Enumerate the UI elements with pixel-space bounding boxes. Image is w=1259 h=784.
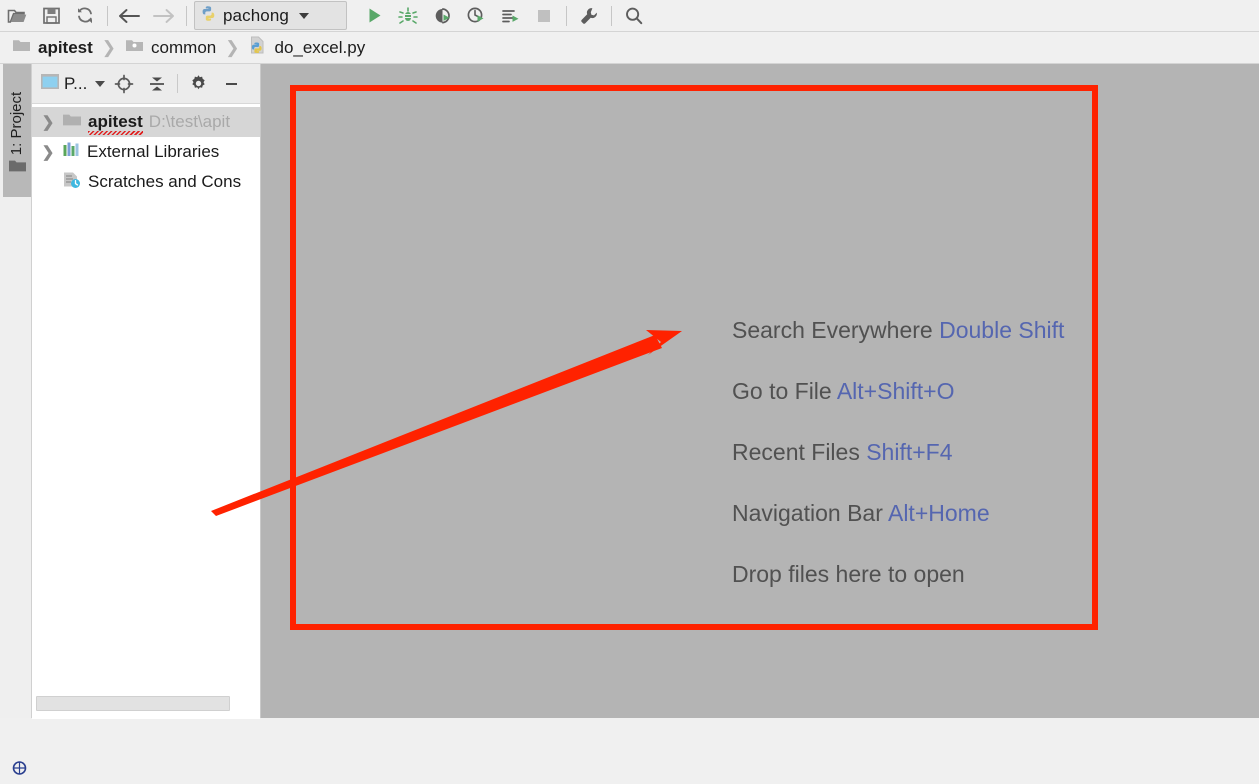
tip-shortcut: Alt+Home bbox=[888, 500, 990, 526]
panel-header-separator bbox=[177, 74, 178, 93]
tip-action: Navigation Bar bbox=[732, 500, 883, 526]
breadcrumb-separator: ❯ bbox=[102, 38, 116, 58]
settings-wrench-icon[interactable] bbox=[572, 1, 606, 30]
project-view-selector[interactable]: P... bbox=[40, 73, 107, 95]
tip-shortcut: Shift+F4 bbox=[866, 439, 952, 465]
editor-empty-state: Search Everywhere Double Shift Go to Fil… bbox=[261, 64, 1259, 718]
project-tab-label: 1: Project bbox=[9, 91, 26, 154]
main-toolbar: pachong bbox=[0, 0, 1259, 32]
folder-icon bbox=[12, 38, 31, 58]
tree-row-label: apitest bbox=[88, 112, 143, 132]
tip-action: Search Everywhere bbox=[732, 317, 933, 343]
terminal-icon[interactable] bbox=[12, 759, 27, 784]
breadcrumb-item-apitest[interactable]: apitest bbox=[12, 38, 93, 58]
tree-row-label: Scratches and Cons bbox=[88, 172, 241, 192]
folder-icon bbox=[125, 38, 144, 58]
error-underline bbox=[88, 131, 143, 135]
chevron-down-icon[interactable] bbox=[299, 13, 309, 19]
profile-icon[interactable] bbox=[459, 1, 493, 30]
breadcrumb-label: common bbox=[151, 38, 216, 58]
python-file-icon bbox=[200, 5, 217, 27]
toolbar-separator-1 bbox=[107, 6, 108, 26]
stop-icon bbox=[527, 1, 561, 30]
forward-arrow-icon bbox=[147, 1, 181, 30]
breadcrumb-separator: ❯ bbox=[225, 38, 239, 58]
tip-recent-files: Recent Files Shift+F4 bbox=[732, 439, 1252, 466]
debug-icon[interactable] bbox=[391, 1, 425, 30]
pycharm-window: pachong bbox=[0, 0, 1259, 718]
tip-action: Recent Files bbox=[732, 439, 860, 465]
project-panel-header: P... bbox=[32, 64, 260, 104]
tree-row-apitest[interactable]: ❯ apitest D:\test\apit bbox=[32, 107, 260, 137]
save-icon[interactable] bbox=[34, 1, 68, 30]
chevron-down-icon[interactable] bbox=[95, 81, 105, 87]
tip-drop-files: Drop files here to open bbox=[732, 561, 1252, 588]
library-icon bbox=[62, 141, 81, 163]
search-icon[interactable] bbox=[617, 1, 651, 30]
sync-icon[interactable] bbox=[68, 1, 102, 30]
left-tool-strip: 1: Project bbox=[0, 64, 32, 718]
editor-tips-list: Search Everywhere Double Shift Go to Fil… bbox=[732, 317, 1252, 588]
tip-action: Drop files here to open bbox=[732, 561, 965, 587]
python-file-icon bbox=[248, 36, 267, 59]
folder-icon[interactable] bbox=[8, 158, 27, 179]
tree-row-external-libraries[interactable]: ❯ External Libraries bbox=[32, 137, 260, 167]
tree-indent-spacer: ❯ bbox=[40, 173, 56, 191]
project-tool-window: P... bbox=[32, 64, 261, 718]
breadcrumb-item-common[interactable]: common bbox=[125, 38, 216, 58]
breadcrumb-item-do-excel[interactable]: do_excel.py bbox=[248, 36, 365, 59]
project-tree: ❯ apitest D:\test\apit ❯ bbox=[32, 104, 260, 719]
run-coverage-icon[interactable] bbox=[425, 1, 459, 30]
tree-row-label: External Libraries bbox=[87, 142, 219, 162]
collapse-all-icon[interactable] bbox=[140, 67, 173, 100]
tree-row-path: D:\test\apit bbox=[149, 112, 230, 132]
project-view-icon bbox=[40, 73, 60, 95]
tip-shortcut: Alt+Shift+O bbox=[837, 378, 955, 404]
gear-icon[interactable] bbox=[182, 67, 215, 100]
toolbar-separator-3 bbox=[566, 6, 567, 26]
minimize-icon[interactable] bbox=[215, 67, 248, 100]
toolbar-separator-2 bbox=[186, 6, 187, 26]
back-arrow-icon[interactable] bbox=[113, 1, 147, 30]
tree-row-scratches[interactable]: ❯ Scratches and Cons bbox=[32, 167, 260, 197]
tip-search-everywhere: Search Everywhere Double Shift bbox=[732, 317, 1252, 344]
project-panel-title: P... bbox=[64, 74, 87, 94]
chevron-right-icon[interactable]: ❯ bbox=[40, 143, 56, 161]
tip-shortcut: Double Shift bbox=[939, 317, 1064, 343]
toolbar-separator-4 bbox=[611, 6, 612, 26]
chevron-right-icon[interactable]: ❯ bbox=[40, 113, 56, 131]
tip-action: Go to File bbox=[732, 378, 832, 404]
folder-icon bbox=[62, 112, 82, 133]
tip-navigation-bar: Navigation Bar Alt+Home bbox=[732, 500, 1252, 527]
run-configuration-label: pachong bbox=[223, 6, 289, 26]
horizontal-scrollbar[interactable] bbox=[36, 696, 230, 711]
run-configuration-selector[interactable]: pachong bbox=[194, 1, 347, 30]
scratches-icon bbox=[62, 171, 82, 194]
breadcrumb: apitest ❯ common ❯ do_excel.py bbox=[0, 32, 1259, 64]
scroll-from-source-icon[interactable] bbox=[107, 67, 140, 100]
tip-go-to-file: Go to File Alt+Shift+O bbox=[732, 378, 1252, 405]
breadcrumb-label: do_excel.py bbox=[274, 38, 365, 58]
breadcrumb-label: apitest bbox=[38, 38, 93, 58]
run-tests-icon[interactable] bbox=[493, 1, 527, 30]
open-folder-icon[interactable] bbox=[0, 1, 34, 30]
run-icon[interactable] bbox=[357, 1, 391, 30]
